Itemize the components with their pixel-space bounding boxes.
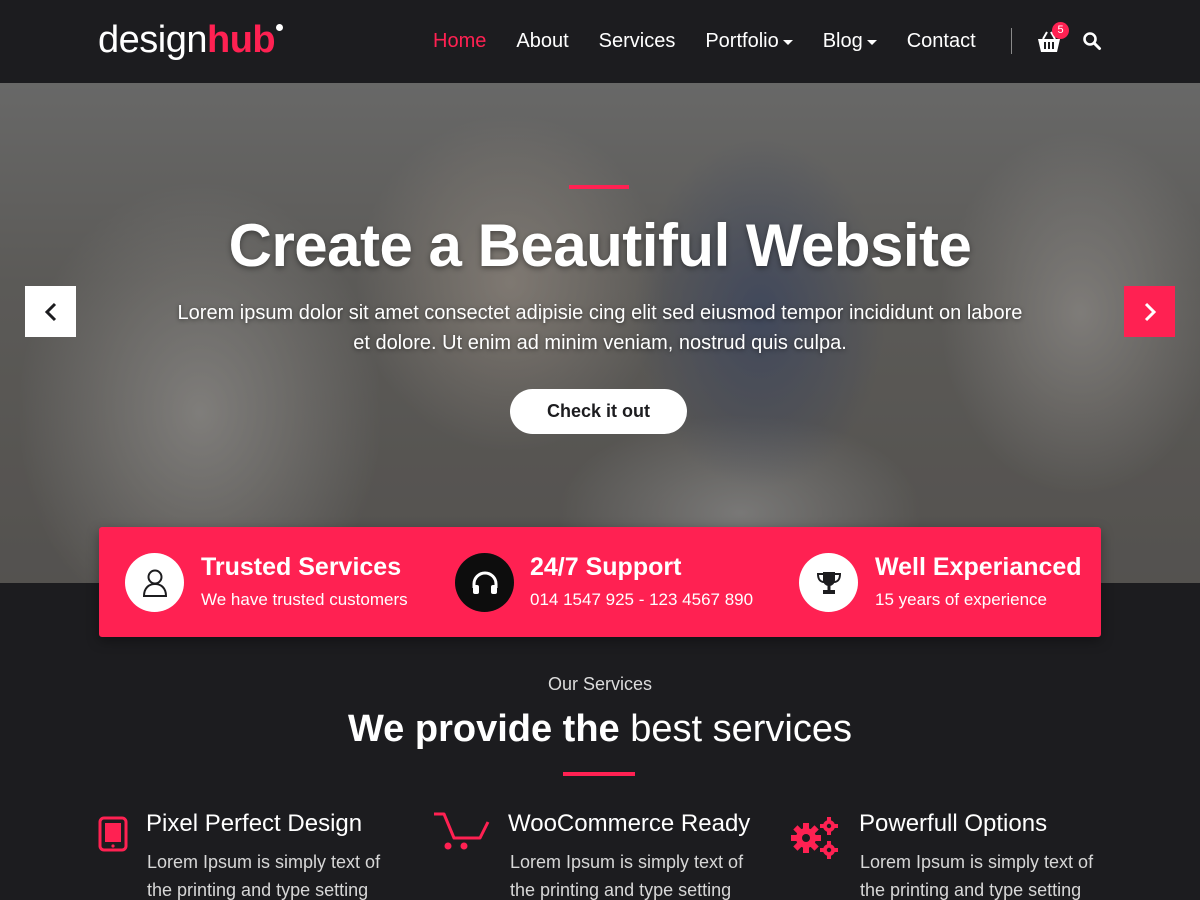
- tablet-icon: [98, 816, 128, 857]
- check-it-out-button[interactable]: Check it out: [510, 389, 687, 434]
- feature-title: Trusted Services: [201, 553, 402, 581]
- feature-subtitle: 014 1547 925 - 123 4567 890: [530, 590, 754, 609]
- services-accent-line: [563, 772, 635, 776]
- nav-about[interactable]: About: [516, 30, 568, 53]
- logo-text-hub: hub: [206, 19, 276, 61]
- nav-home-label: Home: [433, 29, 487, 52]
- hero-slider: Create a Beautiful Website Lorem ipsum d…: [0, 83, 1200, 583]
- nav-about-label: About: [516, 29, 569, 52]
- service-title: Pixel Perfect Design: [146, 810, 363, 837]
- nav-portfolio-label: Portfolio: [705, 29, 779, 52]
- search-icon[interactable]: [1082, 31, 1102, 51]
- feature-title: Well Experianced: [875, 553, 1082, 581]
- nav-services-label: Services: [598, 29, 676, 52]
- services-heading: We provide the best services: [0, 708, 1200, 751]
- nav-portfolio[interactable]: Portfolio: [705, 29, 793, 53]
- nav-contact[interactable]: Contact: [907, 30, 976, 53]
- feature-trusted-services: Trusted Services We have trusted custome…: [125, 553, 445, 613]
- caret-down-icon: [782, 40, 793, 45]
- nav-divider: [1011, 28, 1012, 54]
- cart-count-badge: 5: [1052, 22, 1069, 39]
- caret-down-icon: [866, 40, 877, 45]
- service-description: Lorem Ipsum is simply text of the printi…: [860, 852, 1094, 900]
- slider-prev-button[interactable]: [25, 286, 76, 337]
- nav-blog-label: Blog: [822, 29, 863, 52]
- feature-title: 24/7 Support: [530, 553, 682, 581]
- feature-experience: Well Experianced 15 years of experience: [799, 553, 1099, 613]
- hero-title: Create a Beautiful Website: [228, 212, 972, 279]
- nav-services[interactable]: Services: [599, 30, 676, 53]
- feature-subtitle: 15 years of experience: [875, 590, 1047, 609]
- services-eyebrow: Our Services: [547, 674, 653, 694]
- services-heading-light: best services: [630, 708, 852, 750]
- user-icon: [125, 553, 184, 612]
- services-heading-bold: We provide the: [348, 708, 620, 750]
- feature-support: 24/7 Support 014 1547 925 - 123 4567 890: [455, 553, 775, 613]
- trophy-icon: [799, 553, 858, 612]
- hero-description: Lorem ipsum dolor sit amet consectet adi…: [177, 302, 1023, 354]
- service-description: Lorem Ipsum is simply text of the printi…: [147, 852, 381, 900]
- slider-next-button[interactable]: [1124, 286, 1175, 337]
- service-title: Powerfull Options: [859, 810, 1048, 837]
- nav-home[interactable]: Home: [433, 30, 486, 53]
- feature-subtitle: We have trusted customers: [201, 590, 408, 609]
- cart-icon: [432, 810, 492, 859]
- gears-icon: [790, 814, 842, 867]
- service-title: WooCommerce Ready: [508, 810, 751, 837]
- features-bar: Trusted Services We have trusted custome…: [99, 527, 1101, 637]
- site-header: designhub Home About Services Portfolio …: [0, 0, 1200, 83]
- logo-text-design: design: [98, 19, 207, 61]
- nav-contact-label: Contact: [906, 29, 976, 52]
- main-nav: Home About Services Portfolio Blog Conta…: [433, 27, 1006, 55]
- chevron-left-icon: [44, 302, 56, 321]
- service-description: Lorem Ipsum is simply text of the printi…: [510, 852, 744, 900]
- headphones-icon: [455, 553, 514, 612]
- hero-accent-line: [569, 185, 629, 189]
- nav-blog[interactable]: Blog: [823, 30, 877, 53]
- chevron-right-icon: [1144, 302, 1156, 321]
- logo-dot: [276, 24, 284, 31]
- site-logo[interactable]: designhub: [98, 18, 284, 62]
